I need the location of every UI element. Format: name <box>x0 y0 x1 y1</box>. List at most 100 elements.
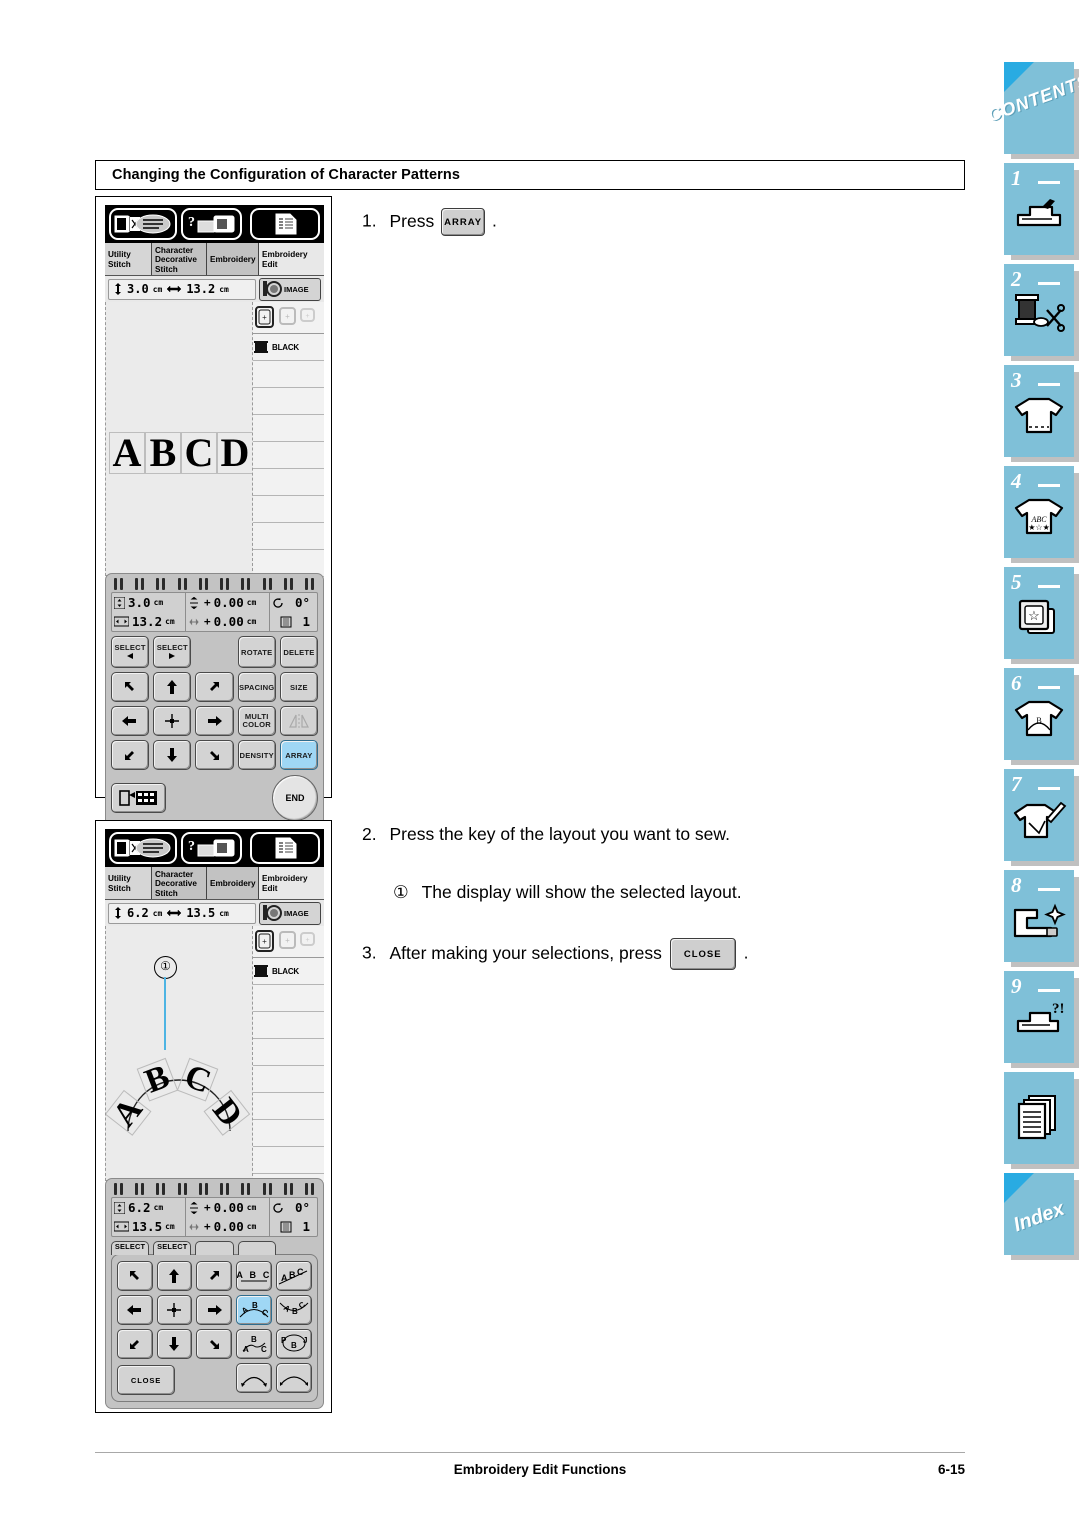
select-left-button-stub[interactable]: SELECT <box>111 1241 150 1255</box>
thread-color-row[interactable] <box>253 496 324 523</box>
pattern-grid-icon <box>118 790 157 806</box>
tab-character-decorative-stitch[interactable]: Character Decorative Stitch <box>152 243 207 275</box>
thread-color-row[interactable] <box>253 1039 324 1066</box>
delete-button-stub[interactable] <box>237 1241 276 1255</box>
instruction-step-3: 3. After making your selections, press C… <box>362 938 922 970</box>
pattern-select-button[interactable] <box>111 783 166 813</box>
density-button[interactable]: DENSITY <box>237 740 276 770</box>
move-up-right-button[interactable] <box>195 672 234 702</box>
hoop-medium-icon: + <box>279 931 296 949</box>
thread-color-row[interactable] <box>253 361 324 388</box>
thread-color-row[interactable] <box>253 442 324 469</box>
thread-color-row[interactable] <box>253 1093 324 1120</box>
close-button-2[interactable]: CLOSE <box>117 1365 175 1395</box>
delete-button[interactable]: DELETE <box>279 636 318 668</box>
help-machine-icon[interactable]: ? <box>181 208 242 240</box>
thread-color-row[interactable]: BLACK <box>253 958 324 985</box>
move-down-left-button[interactable] <box>111 740 150 770</box>
layout-straight-button[interactable]: A B C <box>236 1261 272 1291</box>
select-right-button-stub[interactable]: SELECT <box>153 1241 192 1255</box>
size-button[interactable]: SIZE <box>279 672 318 702</box>
settings-list-icon[interactable] <box>249 832 320 864</box>
layout-wave-button[interactable]: B A C <box>236 1329 272 1359</box>
index-tab-1[interactable]: 1 <box>1004 163 1074 255</box>
move-down-right-button[interactable] <box>195 740 234 770</box>
thread-color-row[interactable] <box>253 985 324 1012</box>
thread-color-row[interactable] <box>253 523 324 550</box>
hoop-size-selector-1[interactable]: + + + <box>253 302 324 333</box>
manual-book-icon[interactable] <box>109 832 178 864</box>
tab-utility-stitch[interactable]: Utility Stitch <box>105 867 152 899</box>
move-down-left-button[interactable] <box>117 1329 153 1359</box>
embroidery-canvas-1[interactable]: A B C D <box>105 302 253 576</box>
close-key-inline[interactable]: CLOSE <box>669 938 736 970</box>
thread-color-row[interactable]: BLACK <box>253 334 324 361</box>
thread-color-row[interactable] <box>253 1012 324 1039</box>
rotate-button-stub[interactable] <box>195 1241 234 1255</box>
thread-color-row[interactable] <box>253 415 324 442</box>
select-right-button[interactable]: SELECT <box>153 636 192 668</box>
move-right-button[interactable] <box>195 706 234 736</box>
hoop-size-selector-2[interactable]: + + + <box>253 926 324 957</box>
image-button-2[interactable]: IMAGE <box>259 901 321 925</box>
move-down-button[interactable] <box>153 740 192 770</box>
spacing-button[interactable]: SPACING <box>237 672 276 702</box>
layout-arc-wide-button[interactable] <box>276 1363 312 1393</box>
move-up-button[interactable] <box>156 1261 193 1291</box>
move-down-right-button[interactable] <box>196 1329 232 1359</box>
layout-arc-down-button[interactable]: A B C <box>276 1295 312 1325</box>
index-tab-5[interactable]: 5 ☆ <box>1004 567 1074 659</box>
move-up-button[interactable] <box>153 672 192 702</box>
settings-list-icon[interactable] <box>249 208 320 240</box>
embroidery-canvas-2[interactable]: ① A B C D <box>105 926 253 1181</box>
move-up-left-button[interactable] <box>117 1261 153 1291</box>
index-tab-8[interactable]: 8 <box>1004 870 1074 962</box>
move-down-button[interactable] <box>156 1329 193 1359</box>
layout-arc-up-button[interactable]: A B C <box>236 1295 272 1325</box>
thread-color-list-2: BLACK <box>253 957 324 1174</box>
thread-color-row[interactable] <box>253 1120 324 1147</box>
end-button[interactable]: END <box>272 775 318 821</box>
index-tab-4[interactable]: 4 ABC ★☆★ <box>1004 466 1074 558</box>
layout-slanted-button[interactable]: A B C <box>276 1261 312 1291</box>
index-tab-7[interactable]: 7 <box>1004 769 1074 861</box>
index-tab-9[interactable]: 9 ?! <box>1004 971 1074 1063</box>
tab-embroidery-edit[interactable]: Embroidery Edit <box>259 867 324 899</box>
tab-embroidery[interactable]: Embroidery <box>207 867 259 899</box>
mirror-button[interactable] <box>279 706 318 736</box>
image-button-1[interactable]: IMAGE <box>259 277 321 301</box>
center-button[interactable] <box>156 1295 193 1325</box>
array-button[interactable]: ARRAY <box>279 740 318 770</box>
index-tab-1-number: 1 <box>1011 166 1022 190</box>
index-tab-index[interactable]: Index <box>1004 1173 1074 1255</box>
index-tab-2[interactable]: 2 <box>1004 264 1074 356</box>
layout-circle-button[interactable]: B P J <box>276 1329 312 1359</box>
index-tab-3[interactable]: 3 <box>1004 365 1074 457</box>
tab-embroidery-edit[interactable]: Embroidery Edit <box>259 243 324 275</box>
layout-arc-narrow-button[interactable] <box>236 1363 272 1393</box>
move-left-button[interactable] <box>117 1295 153 1325</box>
index-tab-appendix[interactable] <box>1004 1072 1074 1164</box>
thread-color-row[interactable] <box>253 1147 324 1174</box>
offset-vertical-icon <box>190 1201 198 1214</box>
move-right-button[interactable] <box>196 1295 232 1325</box>
center-button[interactable] <box>153 706 192 736</box>
move-up-right-button[interactable] <box>196 1261 232 1291</box>
multi-color-button[interactable]: MULTI COLOR <box>237 706 276 736</box>
move-up-left-button[interactable] <box>111 672 150 702</box>
rotate-button[interactable]: ROTATE <box>237 636 276 668</box>
tab-utility-stitch[interactable]: Utility Stitch <box>105 243 152 275</box>
thread-color-row[interactable] <box>253 1066 324 1093</box>
help-machine-icon[interactable]: ? <box>181 832 242 864</box>
move-left-button[interactable] <box>111 706 150 736</box>
index-tab-contents[interactable]: CONTENTS <box>985 62 1080 154</box>
index-tab-6[interactable]: 6 B <box>1004 668 1074 760</box>
chapter-index-tabs: CONTENTS 1 2 3 4 ABC ★☆★ 5 ☆ 6 B 7 8 9 ?… <box>985 62 1080 1264</box>
array-key-inline[interactable]: ARRAY <box>441 208 486 236</box>
thread-color-row[interactable] <box>253 388 324 415</box>
tab-character-decorative-stitch[interactable]: Character Decorative Stitch <box>152 867 207 899</box>
manual-book-icon[interactable] <box>109 208 178 240</box>
select-left-button[interactable]: SELECT <box>111 636 150 668</box>
thread-color-row[interactable] <box>253 469 324 496</box>
tab-embroidery[interactable]: Embroidery <box>207 243 259 275</box>
